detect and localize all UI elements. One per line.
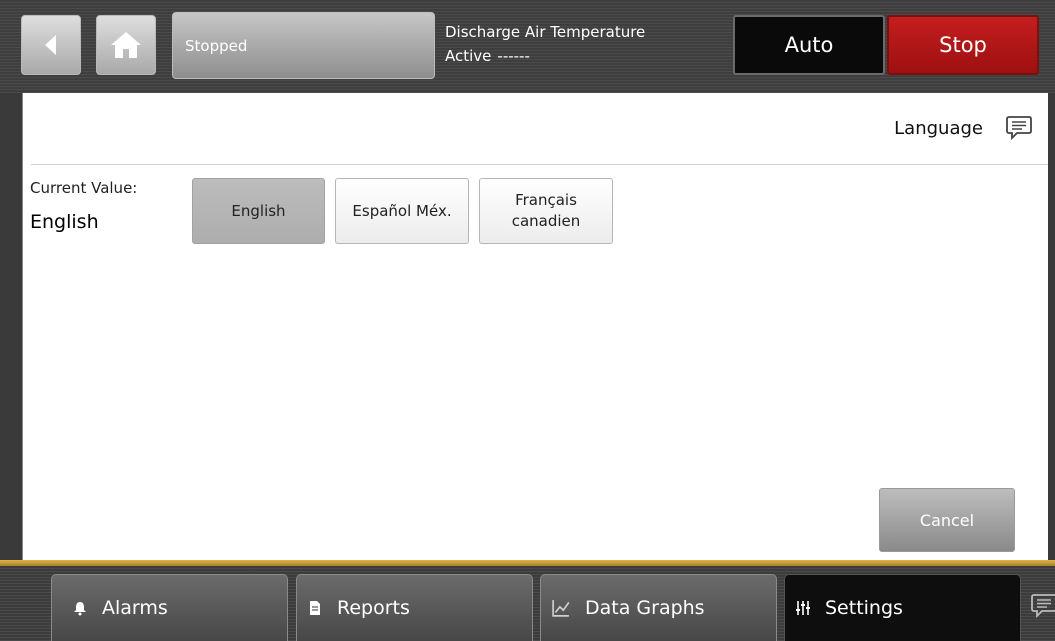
auto-button[interactable]: Auto xyxy=(733,15,885,75)
sliders-icon xyxy=(796,601,810,615)
title-divider xyxy=(31,164,1048,165)
panel-title: Language xyxy=(894,118,983,139)
tab-reports-label: Reports xyxy=(337,597,410,619)
home-button[interactable] xyxy=(96,15,156,75)
option-francais-label-line2: canadien xyxy=(511,212,581,230)
point-value: ------ xyxy=(497,47,530,65)
back-button[interactable] xyxy=(21,15,81,75)
stop-button[interactable]: Stop xyxy=(887,15,1039,75)
current-value-label: Current Value: xyxy=(30,179,138,197)
unit-status-text: Stopped xyxy=(185,36,248,55)
option-francais-label-line1: Français xyxy=(515,191,577,209)
tab-data-graphs-label: Data Graphs xyxy=(585,597,705,619)
tab-reports[interactable]: Reports xyxy=(296,574,533,641)
top-bar: Stopped Discharge Air Temperature Active… xyxy=(0,0,1055,93)
point-readout: Discharge Air Temperature Active ------ xyxy=(445,20,645,68)
point-name: Discharge Air Temperature xyxy=(445,23,646,41)
cancel-button[interactable]: Cancel xyxy=(879,488,1015,552)
tab-alarms[interactable]: Alarms xyxy=(51,574,288,641)
current-value: English xyxy=(30,211,99,233)
back-arrow-icon xyxy=(45,35,56,55)
document-icon xyxy=(310,601,320,615)
tab-alarms-label: Alarms xyxy=(102,597,168,619)
chart-icon xyxy=(552,600,570,617)
option-english-label: English xyxy=(231,201,286,220)
option-espanol-mex[interactable]: Español Méx. xyxy=(335,178,469,244)
auto-button-label: Auto xyxy=(784,33,834,57)
point-state: Active xyxy=(445,47,492,65)
home-icon xyxy=(111,32,141,58)
stop-button-label: Stop xyxy=(939,33,987,57)
unit-status-display: Stopped xyxy=(172,12,435,79)
cancel-button-label: Cancel xyxy=(919,510,975,530)
option-espanol-label: Español Méx. xyxy=(352,201,452,220)
tab-settings[interactable]: Settings xyxy=(784,574,1021,641)
option-francais-canadien[interactable]: Français canadien xyxy=(479,178,613,244)
tab-settings-label: Settings xyxy=(825,597,903,619)
settings-panel: Language Current Value: English English … xyxy=(22,93,1048,560)
bell-icon xyxy=(74,602,86,616)
help-comment-icon-bottom[interactable] xyxy=(1030,591,1055,619)
option-english[interactable]: English xyxy=(192,178,325,244)
help-comment-icon[interactable] xyxy=(1005,113,1033,141)
tab-data-graphs[interactable]: Data Graphs xyxy=(540,574,777,641)
